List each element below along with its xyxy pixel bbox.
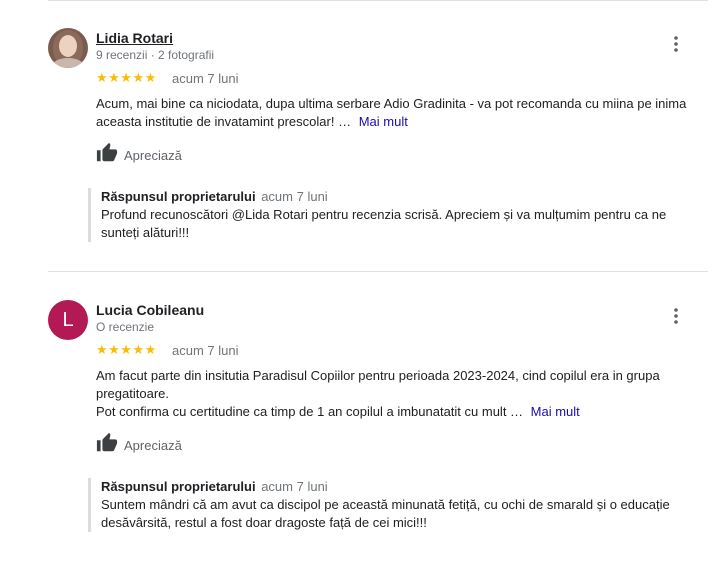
like-label: Apreciază: [124, 438, 182, 453]
thumbs-up-icon: [96, 432, 118, 459]
review-text-line: Am facut parte din insitutia Paradisul C…: [96, 368, 660, 401]
owner-reply: Răspunsul proprietarului acum 7 luni Pro…: [88, 188, 701, 242]
reply-text: Suntem mândri că am avut ca discipol pe …: [101, 497, 670, 530]
reply-date: acum 7 luni: [261, 189, 328, 204]
reply-title: Răspunsul proprietarului: [101, 479, 256, 494]
reply-date: acum 7 luni: [261, 479, 328, 494]
review-text: Am facut parte din insitutia Paradisul C…: [96, 367, 696, 421]
thumbs-up-icon: [96, 142, 118, 169]
reviewer-name[interactable]: Lidia Rotari: [96, 30, 173, 46]
avatar[interactable]: [48, 28, 88, 68]
avatar[interactable]: L: [48, 300, 88, 340]
reviewer-name[interactable]: Lucia Cobileanu: [96, 302, 204, 318]
review-card: L Lucia Cobileanu O recenzie ★★★★★ acum …: [48, 272, 708, 563]
star-rating: ★★★★★: [96, 342, 157, 357]
more-link[interactable]: Mai mult: [359, 114, 408, 129]
more-vert-icon[interactable]: [666, 34, 686, 54]
like-label: Apreciază: [124, 148, 182, 163]
review-text: Acum, mai bine ca niciodata, dupa ultima…: [96, 95, 696, 131]
reviews-page: Lidia Rotari 9 recenzii · 2 fotografii ★…: [0, 0, 720, 563]
like-button[interactable]: Apreciază: [96, 142, 182, 169]
reply-title: Răspunsul proprietarului: [101, 189, 256, 204]
review-card: Lidia Rotari 9 recenzii · 2 fotografii ★…: [48, 0, 708, 270]
more-vert-icon[interactable]: [666, 306, 686, 326]
review-text-line: Pot confirma cu certitudine ca timp de 1…: [96, 404, 524, 419]
like-button[interactable]: Apreciază: [96, 432, 182, 459]
star-rating: ★★★★★: [96, 70, 157, 85]
owner-reply: Răspunsul proprietarului acum 7 luni Sun…: [88, 478, 701, 532]
review-date: acum 7 luni: [172, 343, 239, 358]
reply-text: Profund recunoscători @Lida Rotari pentr…: [101, 207, 667, 240]
more-link[interactable]: Mai mult: [531, 404, 580, 419]
reviewer-meta: 9 recenzii · 2 fotografii: [96, 48, 215, 62]
review-date: acum 7 luni: [172, 71, 239, 86]
reviewer-meta: O recenzie: [96, 320, 155, 334]
